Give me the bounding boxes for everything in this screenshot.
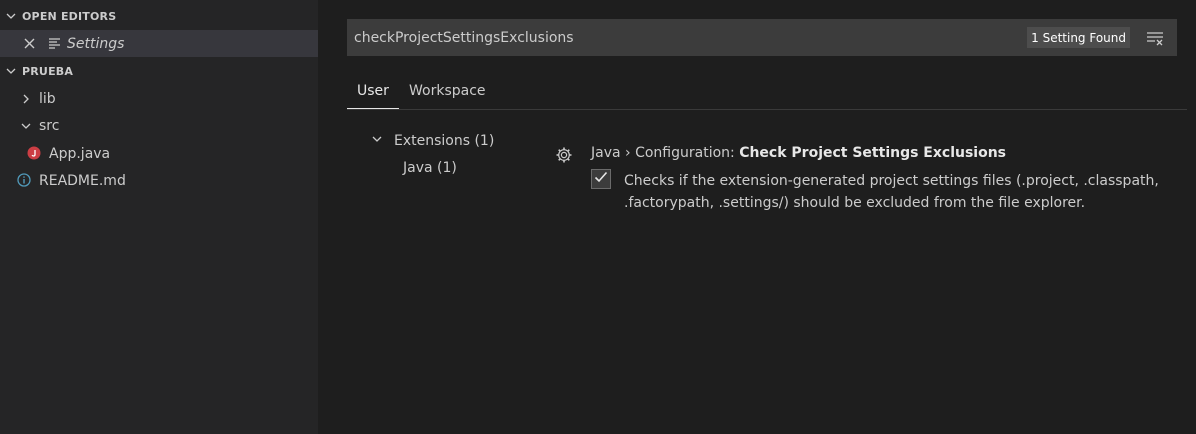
open-editor-label: Settings — [67, 35, 125, 52]
chevron-down-icon — [371, 133, 387, 149]
settings-file-icon — [48, 37, 61, 50]
workspace-header[interactable]: PRUEBA — [0, 58, 318, 84]
gear-icon[interactable] — [555, 146, 573, 164]
toc-item-java[interactable]: Java (1) — [403, 160, 457, 176]
settings-search-box[interactable]: checkProjectSettingsExclusions 1 Setting… — [347, 19, 1177, 56]
tree-item-app-java[interactable]: App.java — [0, 140, 318, 167]
result-count-badge: 1 Setting Found — [1027, 27, 1130, 48]
tree-item-src[interactable]: src — [0, 112, 318, 139]
tree-item-label: src — [39, 117, 60, 134]
toc-group-extensions[interactable]: Extensions (1) — [371, 133, 494, 149]
setting-name: Check Project Settings Exclusions — [739, 145, 1007, 161]
tab-workspace[interactable]: Workspace — [399, 73, 496, 108]
tab-user[interactable]: User — [347, 73, 399, 109]
tree-item-label: README.md — [39, 172, 126, 189]
chevron-down-icon — [20, 120, 32, 132]
info-icon — [17, 173, 31, 187]
explorer-sidebar: OPEN EDITORS Settings PRUEBA lib src App… — [0, 0, 318, 434]
open-editor-settings[interactable]: Settings — [0, 30, 318, 57]
setting-title: Java › Configuration: Check Project Sett… — [591, 145, 1006, 161]
settings-search-input[interactable]: checkProjectSettingsExclusions — [354, 30, 574, 46]
chevron-down-icon — [0, 10, 22, 22]
chevron-right-icon — [20, 93, 32, 105]
close-icon[interactable] — [23, 37, 36, 50]
java-icon — [27, 146, 41, 160]
settings-scope-tabs: User Workspace — [347, 73, 1187, 110]
tree-item-label: App.java — [49, 145, 111, 162]
clear-filter-icon[interactable] — [1146, 29, 1164, 47]
workspace-label: PRUEBA — [22, 64, 74, 78]
settings-editor: checkProjectSettingsExclusions 1 Setting… — [318, 0, 1196, 434]
toc-item-label: Java (1) — [403, 160, 457, 176]
setting-checkbox[interactable] — [591, 169, 611, 189]
tree-item-lib[interactable]: lib — [0, 85, 318, 112]
check-icon — [593, 169, 609, 189]
open-editors-label: OPEN EDITORS — [22, 9, 117, 23]
toc-group-label: Extensions (1) — [394, 133, 495, 149]
setting-category: Java › Configuration: — [591, 145, 740, 161]
tree-item-label: lib — [39, 90, 56, 107]
setting-description: Checks if the extension-generated projec… — [624, 173, 1159, 211]
tree-item-readme[interactable]: README.md — [0, 167, 318, 194]
chevron-down-icon — [0, 65, 22, 77]
open-editors-header[interactable]: OPEN EDITORS — [0, 3, 318, 29]
